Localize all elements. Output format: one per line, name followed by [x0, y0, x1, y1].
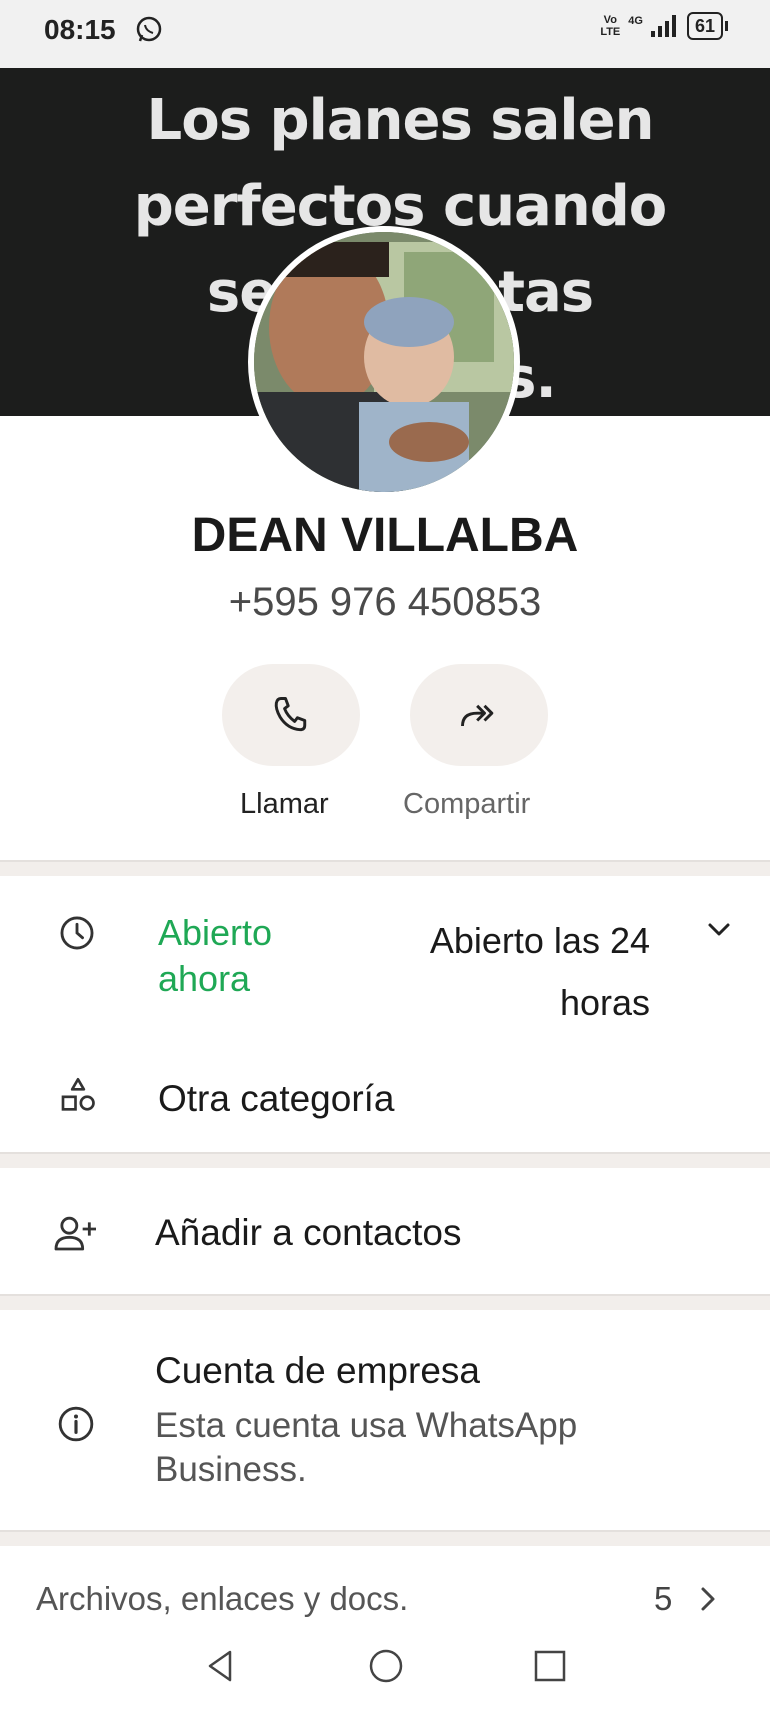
- recent-apps-icon[interactable]: [530, 1646, 570, 1686]
- clock-icon: [60, 916, 94, 950]
- status-time: 08:15: [44, 14, 116, 45]
- profile-photo[interactable]: [248, 226, 520, 498]
- volte-indicator: Vo LTE: [600, 14, 621, 38]
- signal-icon: [650, 15, 676, 37]
- back-icon[interactable]: [200, 1646, 240, 1686]
- open-now-status: Abierto ahora: [158, 912, 273, 999]
- add-contact-label[interactable]: Añadir a contactos: [155, 1212, 461, 1254]
- phone-icon: [274, 697, 307, 732]
- network-type: 4G: [628, 15, 643, 27]
- category-label: Otra categoría: [158, 1078, 395, 1119]
- profile-photo-image: [254, 232, 514, 492]
- home-icon[interactable]: [366, 1646, 406, 1686]
- chevron-right-icon: [701, 1587, 715, 1611]
- section-divider: [0, 1152, 770, 1168]
- battery-tip: [725, 21, 728, 31]
- business-account-description: Esta cuenta usa WhatsApp Business.: [155, 1406, 578, 1489]
- system-navigation-bar: [0, 1632, 770, 1711]
- status-indicators: Vo LTE 4G 61: [600, 12, 728, 40]
- chevron-down-icon[interactable]: [705, 920, 733, 940]
- section-divider: [0, 860, 770, 876]
- info-icon: [58, 1406, 94, 1442]
- share-button[interactable]: [410, 664, 548, 766]
- media-count: 5: [654, 1580, 673, 1617]
- section-divider: [0, 1294, 770, 1310]
- section-divider: [0, 1530, 770, 1546]
- hours-detail: Abierto las 24 horas: [429, 920, 650, 1023]
- forward-share-icon: [461, 704, 494, 727]
- battery-level: 61: [686, 12, 723, 40]
- contact-phone: +595 976 450853: [228, 580, 542, 624]
- whatsapp-notification-icon: [136, 16, 162, 42]
- call-button-label[interactable]: Llamar: [240, 788, 329, 821]
- contact-name: DEAN VILLALBA: [191, 509, 579, 562]
- business-account-title: Cuenta de empresa: [155, 1350, 480, 1391]
- share-button-label[interactable]: Compartir: [403, 788, 530, 821]
- status-bar: 08:15 Vo LTE 4G 61: [0, 0, 770, 68]
- media-links-docs-label: Archivos, enlaces y docs.: [36, 1580, 409, 1617]
- category-shapes-icon: [61, 1078, 95, 1111]
- call-button[interactable]: [222, 664, 360, 766]
- add-person-icon: [54, 1216, 96, 1251]
